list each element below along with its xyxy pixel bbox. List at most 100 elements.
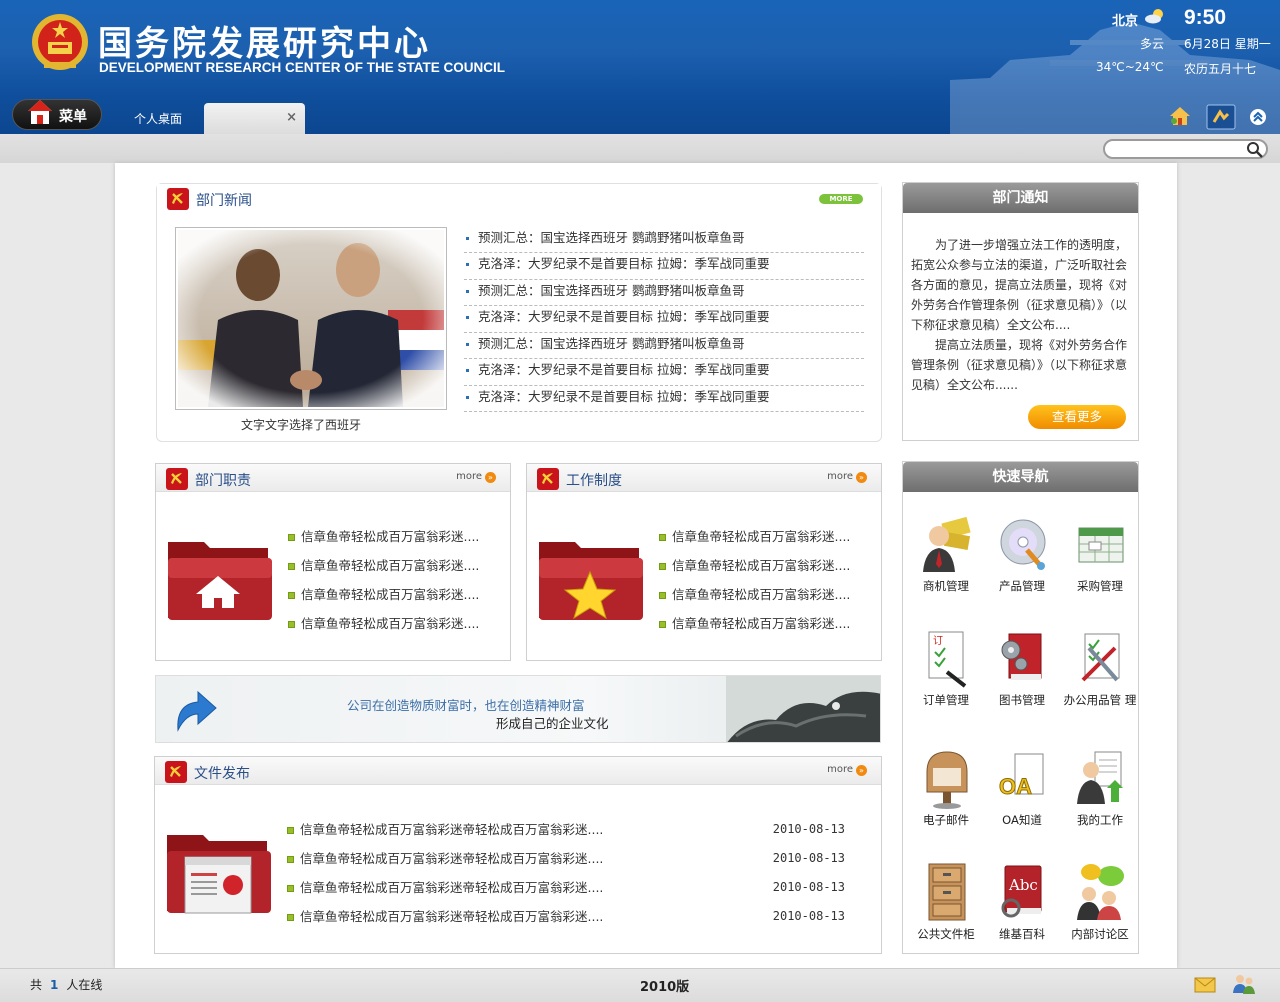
nav-wiki[interactable]: Abc 维基百科 [983,856,1061,946]
nav-label: 我的工作 [1077,813,1123,827]
discussion-people-icon [1077,864,1124,920]
duty-item[interactable]: 信章鱼帝轻松成百万富翁彩迷.... [288,580,479,609]
department-duty-panel: 部门职责 more» 信章鱼帝轻松成百万富翁彩迷.... 信章鱼帝轻松成百万富翁… [155,463,511,661]
search-input[interactable] [1103,139,1268,159]
news-photo[interactable] [175,227,447,410]
department-news-panel: 部门新闻 MORE 文字文字选择了西班牙 预测汇总：国宝选择西班牙 鹦鹉野猪叫板… [156,183,882,442]
nav-label: 采购管理 [1077,579,1123,593]
current-date: 6月28日 星期一 [1184,37,1271,51]
duty-list: 信章鱼帝轻松成百万富翁彩迷.... 信章鱼帝轻松成百万富翁彩迷.... 信章鱼帝… [288,522,479,638]
doc-item[interactable]: 信章鱼帝轻松成百万富翁彩迷帝轻松成百万富翁彩迷.... 2010-08-13 [287,844,867,873]
nav-product[interactable]: 产品管理 [983,508,1061,598]
nav-label: 商机管理 [923,579,969,593]
collapse-up-icon[interactable] [1249,108,1267,126]
search-icon[interactable] [1246,141,1264,159]
docs-more-label: more [827,764,853,775]
doc-title: 信章鱼帝轻松成百万富翁彩迷帝轻松成百万富翁彩迷.... [300,822,604,837]
doc-item[interactable]: 信章鱼帝轻松成百万富翁彩迷帝轻松成百万富翁彩迷.... 2010-08-13 [287,873,867,902]
online-count: 1 [50,978,59,992]
duty-item[interactable]: 信章鱼帝轻松成百万富翁彩迷.... [288,551,479,580]
duty-more-link[interactable]: more» [456,471,496,483]
svg-text:订: 订 [933,635,943,647]
main-menu-button[interactable]: 菜单 [12,99,102,130]
tab-personal-desktop[interactable]: 个人桌面 [134,110,182,127]
duty-header: 部门职责 more» [156,464,510,492]
party-emblem-icon [537,468,559,490]
nav-label: 电子邮件 [923,813,969,827]
docs-list: 信章鱼帝轻松成百万富翁彩迷帝轻松成百万富翁彩迷.... 2010-08-13 信章… [287,815,867,931]
file-cabinet-icon [928,863,966,921]
work-more-link[interactable]: more» [827,471,867,483]
nav-business-opportunity[interactable]: 商机管理 [907,508,985,598]
news-item[interactable]: 预测汇总：国宝选择西班牙 鹦鹉野猪叫板章鱼哥 [464,280,864,306]
work-list: 信章鱼帝轻松成百万富翁彩迷.... 信章鱼帝轻松成百万富翁彩迷.... 信章鱼帝… [659,522,850,638]
doc-item[interactable]: 信章鱼帝轻松成百万富翁彩迷帝轻松成百万富翁彩迷.... 2010-08-13 [287,902,867,931]
news-item[interactable]: 预测汇总：国宝选择西班牙 鹦鹉野猪叫板章鱼哥 [464,333,864,359]
menu-label: 菜单 [59,109,87,125]
nav-discussion[interactable]: 内部讨论区 [1061,856,1139,946]
oa-knowledge-icon: OA [999,753,1044,800]
party-emblem-icon [167,188,189,210]
culture-banner[interactable]: 公司在创造物质财富时，也在创造精神财富 形成自己的企业文化 [155,675,881,743]
nav-my-work[interactable]: 我的工作 [1061,742,1139,832]
notice-title: 部门通知 [903,183,1138,213]
work-item[interactable]: 信章鱼帝轻松成百万富翁彩迷.... [659,580,850,609]
duty-item[interactable]: 信章鱼帝轻松成百万富翁彩迷.... [288,522,479,551]
notice-text: 为了进一步增强立法工作的透明度，拓宽公众参与立法的渠道，广泛听取社会各方面的意见… [911,235,1133,395]
red-folder-star-icon [539,542,643,620]
view-more-button[interactable]: 查看更多 [1028,405,1126,429]
nav-label: 维基百科 [999,927,1045,941]
theme-settings-icon[interactable] [1206,104,1236,130]
nav-office-supplies[interactable]: 办公用品管 理 [1061,622,1139,712]
purchase-table-icon [1078,527,1124,563]
status-footer: 共 1 人在线 2010版 [0,968,1280,1002]
online-suffix: 人在线 [66,978,103,992]
nav-file-cabinet[interactable]: 公共文件柜 [907,856,985,946]
site-title-en: DEVELOPMENT RESEARCH CENTER OF THE STATE… [99,60,506,75]
news-item[interactable]: 克洛泽：大罗纪录不是首要目标 拉姆：季军战同重要 [464,359,864,386]
department-notice-panel: 部门通知 为了进一步增强立法工作的透明度，拓宽公众参与立法的渠道，广泛听取社会各… [902,182,1139,441]
home-icon [28,100,52,124]
partly-cloudy-icon [1145,9,1163,24]
nav-oa-knowledge[interactable]: OA OA知道 [983,742,1061,832]
mailbox-icon [926,751,968,809]
work-system-panel: 工作制度 more» 信章鱼帝轻松成百万富翁彩迷.... 信章鱼帝轻松成百万富翁… [526,463,882,661]
my-work-icon [1077,751,1123,804]
duty-title: 部门职责 [195,473,251,489]
news-header: 部门新闻 MORE [157,184,881,212]
news-item[interactable]: 预测汇总：国宝选择西班牙 鹦鹉野猪叫板章鱼哥 [464,227,864,253]
nav-email[interactable]: 电子邮件 [907,742,985,832]
blue-arrow-icon [177,690,217,732]
news-more-button[interactable]: MORE [819,194,863,204]
mail-envelope-icon[interactable] [1194,977,1216,993]
news-item[interactable]: 克洛泽：大罗纪录不是首要目标 拉姆：季军战同重要 [464,253,864,280]
doc-item[interactable]: 信章鱼帝轻松成百万富翁彩迷帝轻松成百万富翁彩迷.... 2010-08-13 [287,815,867,844]
close-tab-icon[interactable]: × [286,110,297,125]
svg-text:OA: OA [999,774,1032,799]
nav-label: 图书管理 [999,693,1045,707]
work-item[interactable]: 信章鱼帝轻松成百万富翁彩迷.... [659,609,850,638]
nav-books[interactable]: 图书管理 [983,622,1061,712]
work-item[interactable]: 信章鱼帝轻松成百万富翁彩迷.... [659,551,850,580]
quick-nav-panel: 快速导航 商机管理 产品管理 采购管理 订 订单管理 图书管理 办公用品管 理 … [902,461,1139,954]
wiki-book-icon: Abc [1001,865,1042,918]
doc-date: 2010-08-13 [772,822,845,836]
weather-city: 北京 [1112,14,1139,29]
nav-purchase[interactable]: 采购管理 [1061,508,1139,598]
news-item[interactable]: 克洛泽：大罗纪录不是首要目标 拉姆：季军战同重要 [464,306,864,333]
search-field[interactable] [1113,141,1248,157]
work-item[interactable]: 信章鱼帝轻松成百万富翁彩迷.... [659,522,850,551]
doc-title: 信章鱼帝轻松成百万富翁彩迷帝轻松成百万富翁彩迷.... [300,851,604,866]
duty-item[interactable]: 信章鱼帝轻松成百万富翁彩迷.... [288,609,479,638]
work-more-label: more [827,471,853,482]
online-count-text: 共 1 人在线 [30,976,102,993]
online-users-icon[interactable] [1232,973,1256,995]
party-emblem-icon [166,468,188,490]
news-title: 部门新闻 [196,193,252,209]
tab-active-blank[interactable]: × [204,103,305,134]
home-shortcut-icon[interactable] [1168,104,1192,128]
news-item[interactable]: 克洛泽：大罗纪录不是首要目标 拉姆：季军战同重要 [464,386,864,412]
nav-order[interactable]: 订 订单管理 [907,622,985,712]
docs-more-link[interactable]: more» [827,764,867,776]
nav-label: 办公用品管 理 [1063,693,1137,707]
